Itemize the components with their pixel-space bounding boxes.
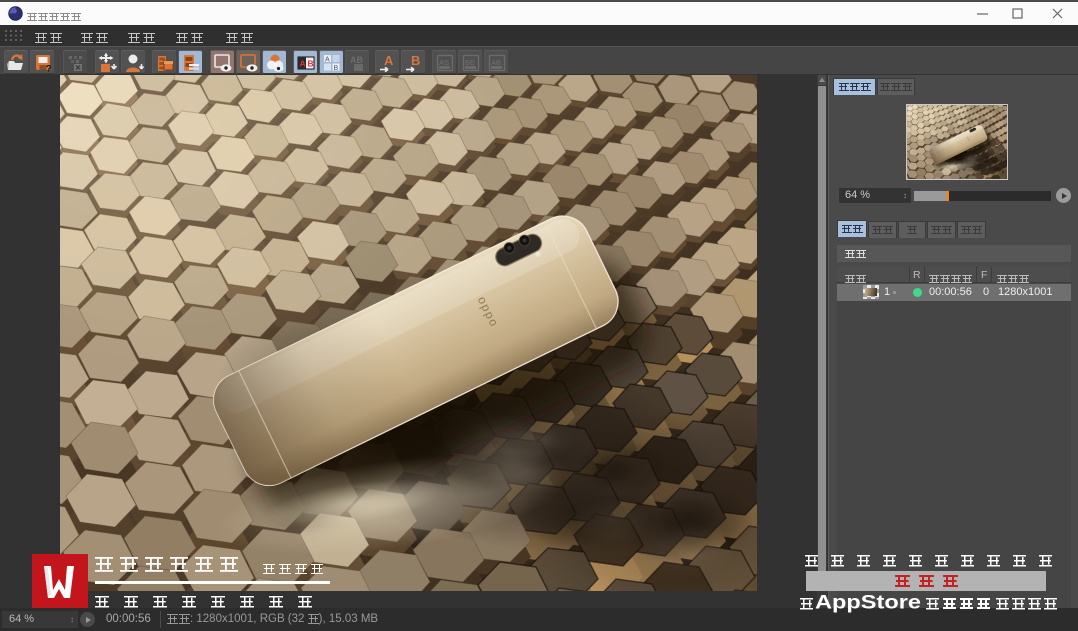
svg-text:A: A — [384, 53, 394, 68]
svg-text:AB: AB — [491, 58, 501, 67]
svg-text:AppStore: AppStore — [815, 593, 921, 614]
svg-text:A: A — [300, 59, 306, 69]
svg-text:BE: BE — [465, 58, 475, 67]
svg-text:B: B — [308, 59, 314, 69]
svg-text:AB: AB — [350, 55, 363, 65]
svg-text:A: A — [325, 57, 330, 64]
svg-text:B: B — [334, 65, 339, 72]
svg-text:B: B — [411, 53, 420, 68]
svg-text:AS: AS — [439, 58, 449, 67]
svg-text:?: ? — [46, 64, 52, 74]
